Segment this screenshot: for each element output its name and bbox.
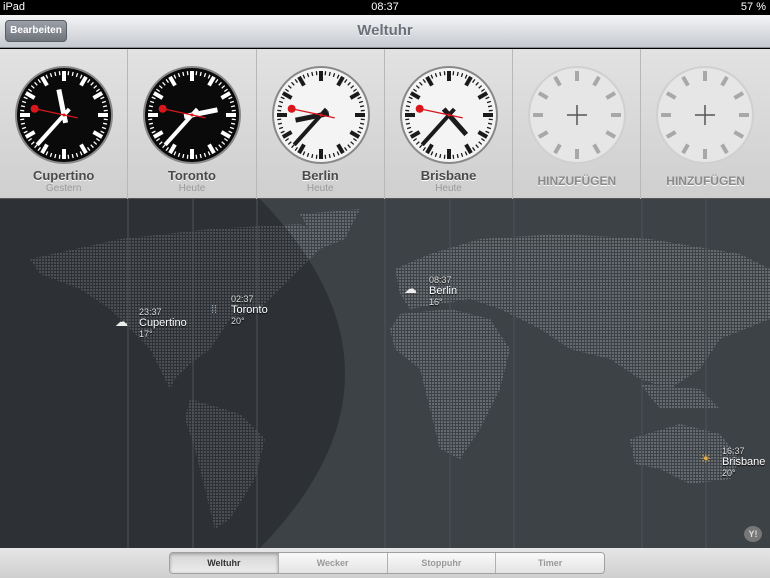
yahoo-logo[interactable]: Y! — [744, 526, 762, 542]
second-hand-dot — [415, 104, 424, 113]
city-name: Cupertino — [139, 317, 187, 329]
add-clock-button[interactable]: HINZUFÜGEN — [641, 49, 769, 199]
city-name: Brisbane — [722, 456, 766, 468]
map-city-cupertino[interactable]: 23:37 Cupertino 17° — [139, 307, 187, 340]
add-label: HINZUFÜGEN — [537, 174, 617, 188]
night-shade — [0, 199, 345, 548]
second-hand-dot — [30, 104, 39, 113]
clock-tick — [182, 153, 185, 159]
clock-tick — [359, 105, 364, 108]
clock-pivot — [319, 113, 323, 117]
world-map-graphic — [0, 199, 770, 548]
map-city-berlin[interactable]: 08:37 Berlin 16° — [429, 275, 457, 308]
clock-tick — [199, 153, 203, 159]
clock-tick — [231, 122, 236, 125]
tab-wecker[interactable]: Wecker — [278, 553, 388, 573]
segmented-control: Weltuhr Wecker Stoppuhr Timer — [169, 552, 605, 574]
add-clock-button[interactable]: HINZUFÜGEN — [513, 49, 642, 199]
clock-pivot — [62, 113, 66, 117]
status-time: 08:37 — [371, 1, 399, 13]
clock-tick — [405, 105, 410, 108]
clock-pivot — [447, 113, 451, 117]
clock-tick — [456, 153, 459, 159]
plus-icon — [656, 66, 755, 164]
second-hand-dot — [158, 104, 167, 113]
map-city-toronto[interactable]: 02:37 Toronto 20° — [231, 294, 268, 327]
rain-icon: ⁞⁞ — [211, 304, 218, 316]
clock-tick — [20, 122, 26, 125]
clock-tick — [487, 105, 493, 108]
plus-icon — [528, 66, 627, 164]
clock-tick — [310, 71, 313, 77]
city-temp: 17° — [139, 329, 153, 339]
clock-tick — [405, 122, 410, 125]
clock-tick — [20, 105, 26, 108]
clock-berlin[interactable]: Berlin Heute — [257, 49, 385, 199]
clock-tick — [199, 71, 203, 77]
page-title: Weltuhr — [357, 22, 413, 39]
clock-day: Gestern — [45, 183, 82, 194]
add-label: HINZUFÜGEN — [666, 174, 745, 188]
cloudy-icon: ☁ — [404, 281, 417, 296]
clock-day: Heute — [306, 183, 334, 194]
tab-stoppuhr[interactable]: Stoppuhr — [387, 553, 497, 573]
clock-tick — [277, 122, 282, 125]
battery-label: 57 % — [740, 1, 766, 13]
clock-tick — [149, 122, 154, 125]
clock-tick — [71, 153, 74, 159]
analog-clock — [15, 66, 113, 164]
clock-tick — [487, 122, 493, 125]
clock-city: Berlin — [301, 168, 339, 183]
clock-tick — [71, 71, 74, 77]
clock-tick — [277, 105, 282, 108]
clock-tick — [328, 71, 331, 77]
city-temp: 20° — [231, 316, 245, 326]
clock-tick — [456, 71, 459, 77]
tab-weltuhr[interactable]: Weltuhr — [170, 553, 279, 573]
clock-cupertino[interactable]: Cupertino Gestern — [0, 49, 129, 199]
clock-day: Heute — [435, 183, 462, 194]
clock-tick — [182, 71, 185, 77]
clock-tick — [54, 71, 57, 77]
clock-city: Cupertino — [32, 168, 95, 183]
nav-bar: Bearbeiten Weltuhr — [0, 15, 770, 48]
clock-tick — [102, 105, 108, 108]
analog-clock — [399, 66, 498, 164]
clock-city: Toronto — [167, 168, 217, 183]
cloudy-icon: ☁ — [115, 314, 128, 329]
city-name: Berlin — [429, 285, 458, 297]
city-temp: 20° — [722, 468, 736, 478]
clock-tick — [231, 105, 236, 108]
clock-tick — [359, 122, 364, 125]
tab-timer[interactable]: Timer — [496, 553, 604, 573]
clock-brisbane[interactable]: Brisbane Heute — [385, 49, 514, 199]
clock-tick — [54, 153, 57, 159]
clock-tick — [310, 153, 313, 159]
clock-toronto[interactable]: Toronto Heute — [128, 49, 257, 199]
clock-tick — [439, 71, 442, 77]
second-hand-dot — [287, 104, 296, 113]
clock-pivot — [190, 113, 194, 117]
clock-tick — [102, 122, 108, 125]
world-map: ☁ 23:37 Cupertino 17° ⁞⁞ 02:37 Toronto 20° ☁… — [0, 199, 770, 548]
analog-clock — [271, 66, 370, 164]
clock-city: Brisbane — [420, 168, 477, 183]
analog-clock — [143, 66, 242, 164]
partly-sunny-icon: ☀ — [700, 451, 712, 466]
tab-bar: Weltuhr Wecker Stoppuhr Timer — [0, 548, 770, 578]
clock-tick — [149, 105, 154, 108]
clock-strip: Cupertino Gestern Toronto Heute Berlin Heut… — [0, 49, 770, 199]
clock-tick — [328, 153, 331, 159]
city-name: Toronto — [231, 304, 268, 316]
status-bar: iPad 08:37 57 % — [0, 0, 770, 15]
map-city-brisbane[interactable]: 16:37 Brisbane 20° — [722, 446, 765, 479]
clock-day: Heute — [178, 183, 206, 194]
city-temp: 16° — [429, 297, 443, 307]
clock-tick — [439, 153, 442, 159]
